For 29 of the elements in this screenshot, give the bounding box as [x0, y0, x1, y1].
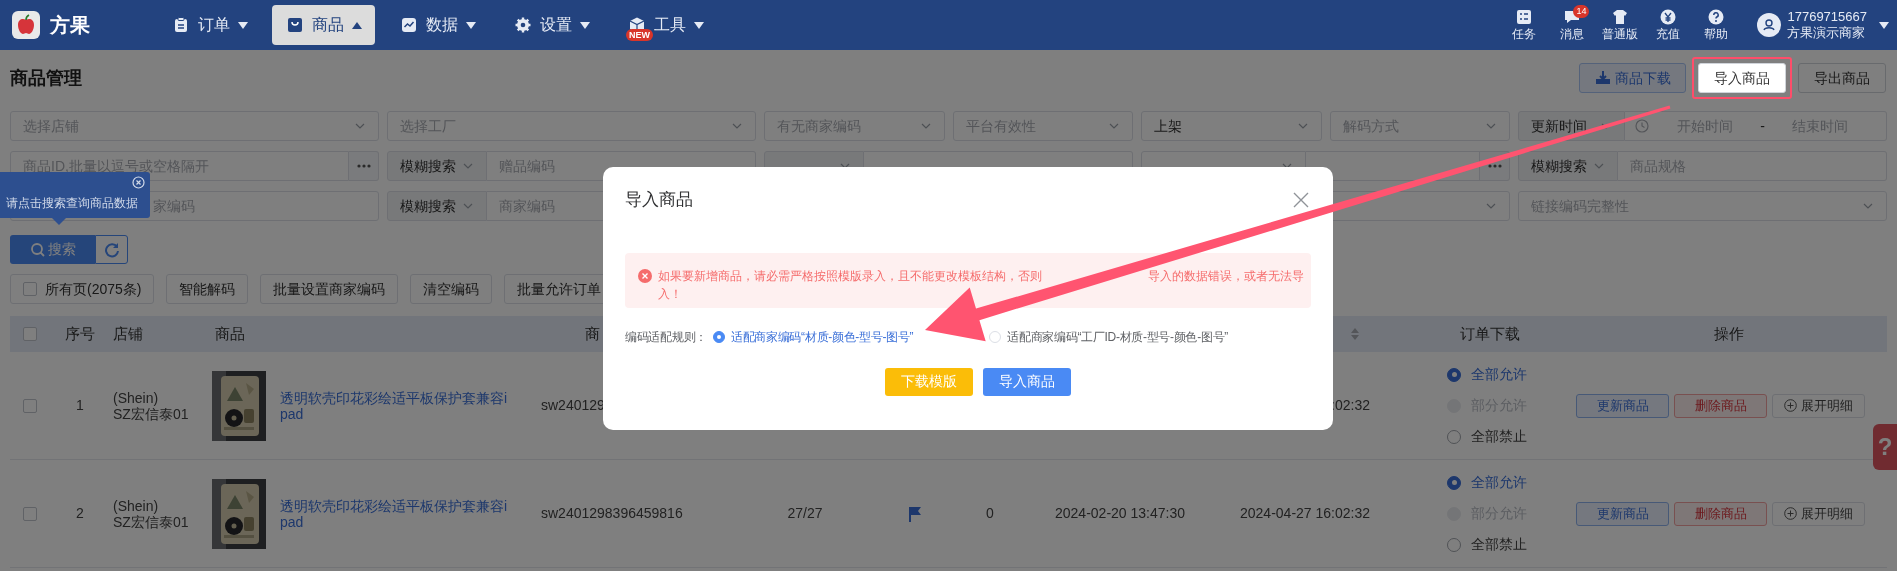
- alert-text: 入！: [658, 285, 682, 303]
- column-header: 序号: [65, 323, 95, 344]
- count-badge: 14: [1573, 5, 1590, 18]
- table-cell: sw240129: [541, 397, 605, 413]
- field-label: 编码适配规则：: [625, 328, 707, 346]
- column-header: 订单下载: [1460, 323, 1520, 344]
- alert-text: 导入的数据错误，或者无法导: [1148, 267, 1304, 285]
- table-cell-text: 2024-04-27 16:02:32: [1240, 504, 1370, 523]
- table-cell-text: :02:32: [1331, 396, 1370, 415]
- shop-name: (Shein) SZ宏信泰01: [113, 389, 190, 422]
- table-cell: sw2401298396459816: [541, 505, 683, 521]
- new-badge: NEW: [626, 29, 653, 41]
- range-separator: -: [1760, 116, 1765, 136]
- shop-name: (Shein) SZ宏信泰01: [113, 497, 190, 530]
- column-header: 店铺: [113, 323, 143, 344]
- alert-text: 如果要新增商品，请必需严格按照模版录入，且不能更改模板结构，否则: [658, 267, 1042, 285]
- table-cell-text: 2024-02-20 13:47:30: [1055, 504, 1185, 523]
- table-cell-text: 27/27: [787, 504, 823, 523]
- brand-name: 方果: [50, 13, 90, 38]
- table-cell-text: 0: [986, 504, 994, 523]
- column-header: 商品: [215, 323, 245, 344]
- table-cell-text: 1: [76, 396, 84, 415]
- column-header: 操作: [1713, 323, 1744, 344]
- user-phone: 17769715667: [1787, 9, 1867, 25]
- page-title: 商品管理: [10, 66, 82, 90]
- column-header: 商: [585, 323, 600, 344]
- user-name: 方果演示商家: [1787, 25, 1867, 41]
- dialog-title: 导入商品: [625, 189, 693, 211]
- table-cell-text: 2: [76, 504, 84, 523]
